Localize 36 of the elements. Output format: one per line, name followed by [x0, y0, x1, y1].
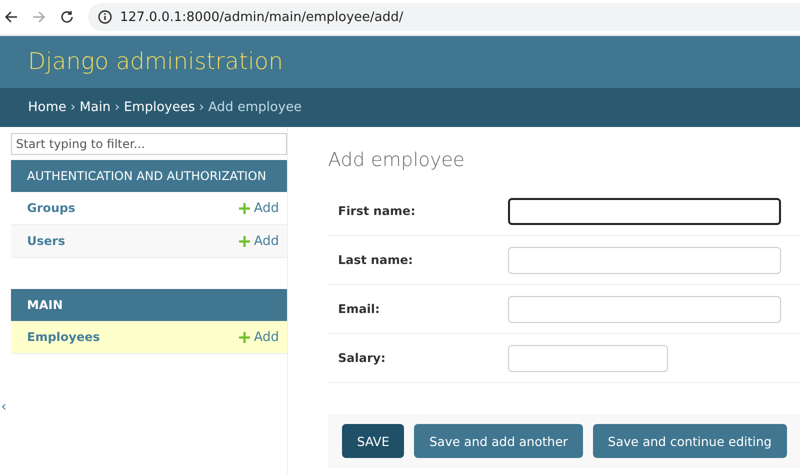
page-title: Add employee — [328, 149, 466, 171]
app-header[interactable]: AUTHENTICATION AND AUTHORIZATION — [11, 160, 287, 192]
breadcrumb-link[interactable]: Home — [28, 100, 66, 115]
secondary-save-button[interactable]: Save and continue editing — [592, 424, 787, 458]
breadcrumb-separator: › — [199, 100, 204, 115]
breadcrumb-separator: › — [70, 100, 76, 115]
breadcrumb-link[interactable]: Main — [80, 100, 111, 115]
add-link[interactable]: Add — [238, 330, 279, 344]
plus-icon — [238, 202, 250, 214]
plus-icon — [238, 332, 250, 342]
info-icon — [98, 10, 112, 24]
app-header[interactable]: MAIN — [11, 289, 287, 321]
sidebar-toggle[interactable]: ‹ — [1, 399, 7, 415]
model-link[interactable]: Groups — [27, 201, 76, 215]
plus-icon — [238, 236, 250, 246]
model-link[interactable]: Employees — [27, 330, 100, 344]
breadcrumb-separator: › — [114, 100, 120, 115]
breadcrumb-link[interactable]: Employees — [124, 100, 196, 115]
filter-field[interactable]: Start typing to filter... — [11, 133, 287, 155]
secondary-save-button[interactable]: Save and add another — [414, 424, 583, 458]
breadcrumb-text: Add employee — [208, 100, 302, 115]
field-label: First name: — [338, 204, 416, 218]
field-label: Salary: — [338, 351, 386, 365]
add-link[interactable]: Add — [238, 234, 279, 248]
forward-icon[interactable] — [32, 10, 46, 24]
site-title: Django administration — [28, 49, 284, 75]
url-text: 127.0.0.1:8000/admin/main/employee/add/ — [120, 10, 404, 24]
reload-icon[interactable] — [60, 10, 74, 24]
field-label: Email: — [338, 302, 381, 316]
save-button[interactable]: SAVE — [342, 424, 404, 458]
model-link[interactable]: Users — [27, 234, 66, 248]
input-field[interactable] — [508, 198, 781, 224]
back-icon[interactable] — [4, 10, 18, 24]
address-bar[interactable]: 127.0.0.1:8000/admin/main/employee/add/ — [88, 3, 800, 31]
field-label: Last name: — [338, 253, 414, 267]
add-link[interactable]: Add — [238, 200, 279, 216]
